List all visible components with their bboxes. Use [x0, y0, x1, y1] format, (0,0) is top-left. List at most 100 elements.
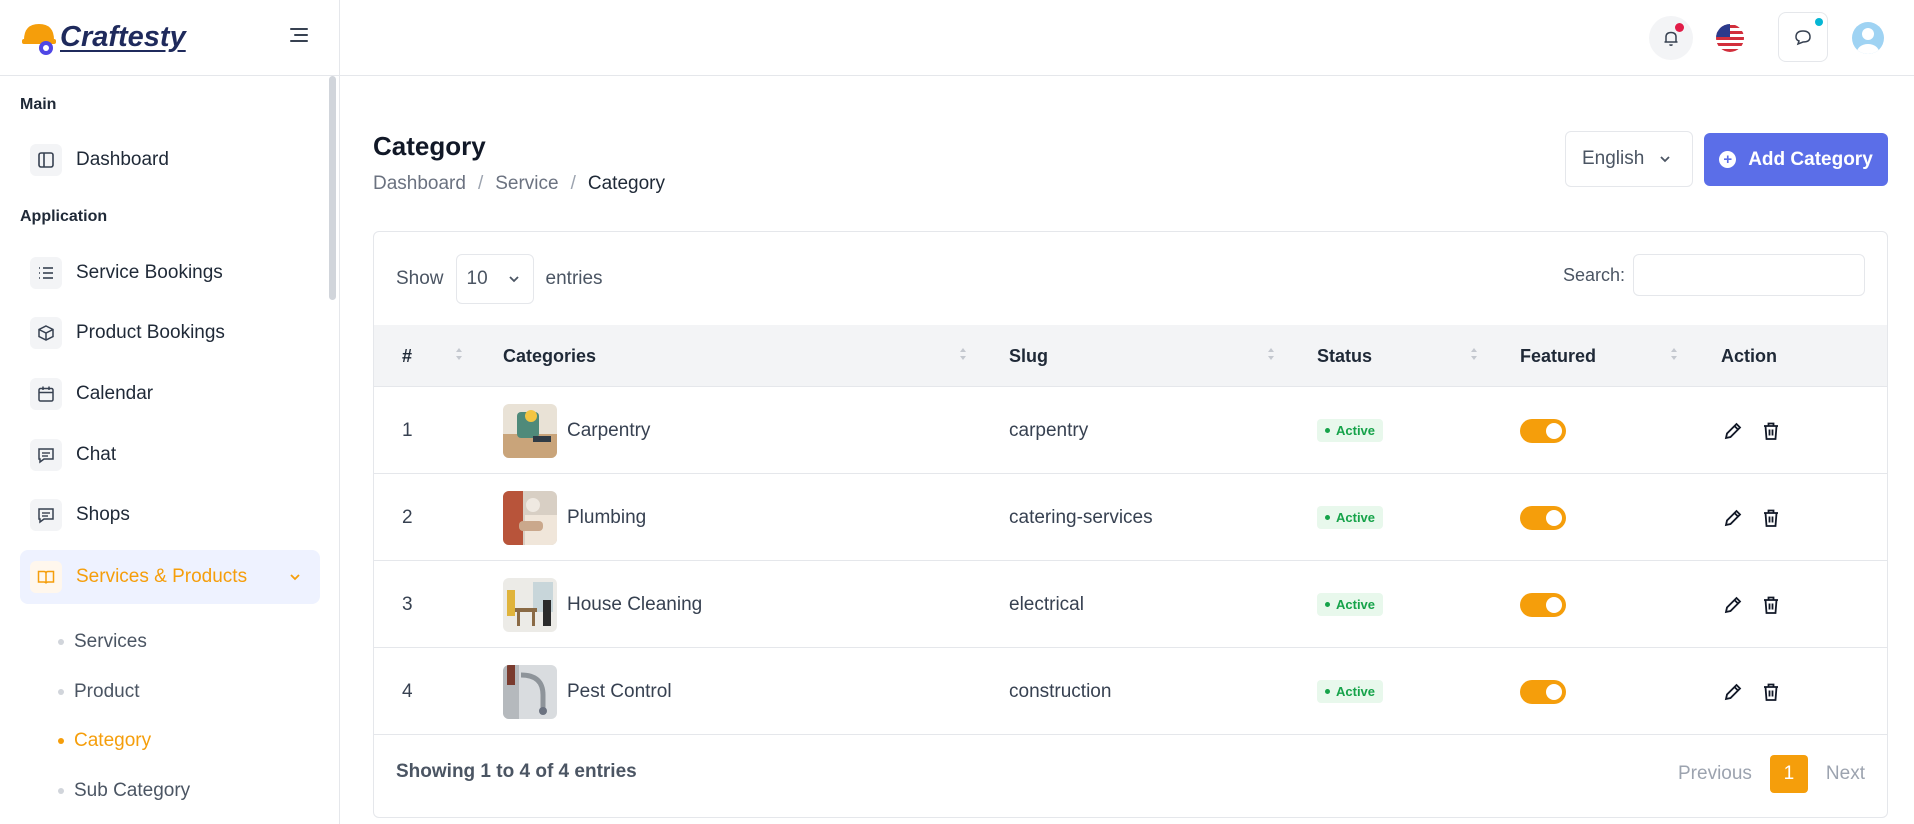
sidebar-subitem-sub-category[interactable]: Sub Category [58, 780, 190, 802]
delete-icon[interactable] [1759, 680, 1783, 704]
action-cell [1721, 648, 1797, 735]
section-main-title: Main [20, 96, 57, 113]
language-select[interactable]: English [1565, 131, 1693, 187]
top-header [340, 0, 1914, 76]
breadcrumb-service[interactable]: Service [495, 173, 558, 195]
category-image-carpentry [503, 403, 557, 458]
sort-icon[interactable] [1266, 345, 1276, 363]
edit-icon[interactable] [1721, 593, 1745, 617]
featured-toggle[interactable] [1520, 679, 1566, 704]
sort-icon[interactable] [1669, 345, 1679, 363]
column-header-number[interactable]: # [402, 325, 412, 387]
category-name: House Cleaning [567, 593, 703, 615]
breadcrumb-separator: / [570, 173, 576, 194]
category-table-card: Show 10 entries Search: # Categories Slu… [373, 231, 1888, 818]
book-icon [30, 561, 62, 593]
table-row: 2 Plumbing catering-services Active [374, 474, 1887, 561]
sidebar-subitem-category[interactable]: Category [58, 730, 151, 752]
row-number: 2 [402, 506, 413, 528]
breadcrumb-separator: / [477, 173, 484, 194]
sidebar-item-chat[interactable]: Chat [20, 428, 320, 482]
sidebar-item-label: Services & Products [76, 566, 248, 587]
add-category-button[interactable]: + Add Category [1704, 133, 1888, 186]
message-icon [30, 439, 62, 471]
featured-toggle[interactable] [1520, 418, 1566, 443]
language-flag-button[interactable] [1708, 16, 1752, 60]
avatar-icon [1852, 22, 1884, 54]
us-flag-icon [1716, 24, 1744, 52]
pagination: Previous 1 Next [1678, 755, 1865, 793]
category-name: Pest Control [567, 680, 672, 702]
sidebar-item-dashboard[interactable]: Dashboard [20, 133, 320, 187]
column-header-status[interactable]: Status [1317, 325, 1372, 387]
featured-toggle[interactable] [1520, 592, 1566, 617]
status-badge-label: Active [1336, 510, 1376, 525]
category-name: Plumbing [567, 506, 647, 528]
column-header-label: Featured [1520, 345, 1597, 366]
sidebar-item-service-bookings[interactable]: Service Bookings [20, 246, 320, 300]
sidebar-item-product-bookings[interactable]: Product Bookings [20, 306, 320, 360]
sort-icon[interactable] [454, 345, 464, 363]
show-label: Show [396, 268, 444, 289]
column-header-slug[interactable]: Slug [1009, 325, 1048, 387]
logo-bar: Craftesty [0, 0, 339, 76]
delete-icon[interactable] [1759, 506, 1783, 530]
breadcrumb-dashboard[interactable]: Dashboard [373, 173, 466, 195]
column-header-action: Action [1721, 325, 1777, 387]
sidebar-scrollbar[interactable] [329, 76, 336, 300]
sidebar: Craftesty Main Dashboard Application Ser… [0, 0, 340, 824]
breadcrumb: Dashboard / Service / Category [373, 173, 665, 195]
row-number: 3 [402, 593, 413, 615]
pagination-previous[interactable]: Previous [1678, 763, 1752, 785]
page-title: Category [373, 131, 486, 161]
column-header-label: Status [1317, 345, 1373, 366]
sort-icon[interactable] [1469, 345, 1479, 363]
sort-icon[interactable] [958, 345, 968, 363]
messages-button[interactable] [1778, 12, 1828, 62]
entries-length-control: Show 10 entries [396, 254, 603, 304]
sidebar-subitem-services[interactable]: Services [58, 631, 147, 653]
featured-toggle[interactable] [1520, 505, 1566, 530]
search-input[interactable] [1633, 254, 1865, 296]
calendar-icon [30, 378, 62, 410]
sidebar-item-label: Chat [76, 444, 117, 465]
column-header-featured[interactable]: Featured [1520, 325, 1596, 387]
status-badge: Active [1317, 506, 1384, 529]
delete-icon[interactable] [1759, 593, 1783, 617]
row-number: 4 [402, 680, 413, 702]
table-row: 1 Carpentry carpentry Active [374, 387, 1887, 474]
sidebar-subitem-label: Sub Category [74, 780, 191, 801]
sidebar-item-shops[interactable]: Shops [20, 488, 320, 542]
category-image-house-cleaning [503, 577, 557, 632]
entries-select[interactable]: 10 [455, 254, 534, 304]
sidebar-subitem-label: Services [74, 631, 147, 652]
sidebar-subitem-product[interactable]: Product [58, 681, 139, 703]
status-badge: Active [1317, 419, 1384, 442]
message-dot [1815, 18, 1823, 26]
category-image-plumbing [503, 490, 557, 545]
row-number: 1 [402, 419, 413, 441]
status-cell: Active [1317, 561, 1384, 648]
chevron-down-icon [508, 276, 519, 283]
plus-circle-icon: + [1719, 151, 1737, 168]
menu-toggle-icon[interactable] [290, 28, 310, 46]
action-cell [1721, 474, 1797, 561]
user-avatar[interactable] [1846, 16, 1890, 60]
notification-button[interactable] [1649, 16, 1693, 60]
breadcrumb-current: Category [587, 173, 665, 194]
delete-icon[interactable] [1759, 419, 1783, 443]
sidebar-item-label: Dashboard [76, 149, 169, 170]
pagination-page-current[interactable]: 1 [1769, 755, 1808, 793]
featured-cell [1520, 387, 1566, 474]
entries-label: entries [545, 268, 603, 289]
edit-icon[interactable] [1721, 680, 1745, 704]
edit-icon[interactable] [1721, 419, 1745, 443]
category-cell: House Cleaning [503, 561, 702, 648]
column-header-categories[interactable]: Categories [503, 325, 596, 387]
slug-cell: construction [1009, 680, 1112, 702]
pagination-next[interactable]: Next [1826, 763, 1865, 785]
sidebar-item-calendar[interactable]: Calendar [20, 367, 320, 421]
edit-icon[interactable] [1721, 506, 1745, 530]
sidebar-item-services-products[interactable]: Services & Products [20, 550, 320, 604]
status-cell: Active [1317, 387, 1384, 474]
